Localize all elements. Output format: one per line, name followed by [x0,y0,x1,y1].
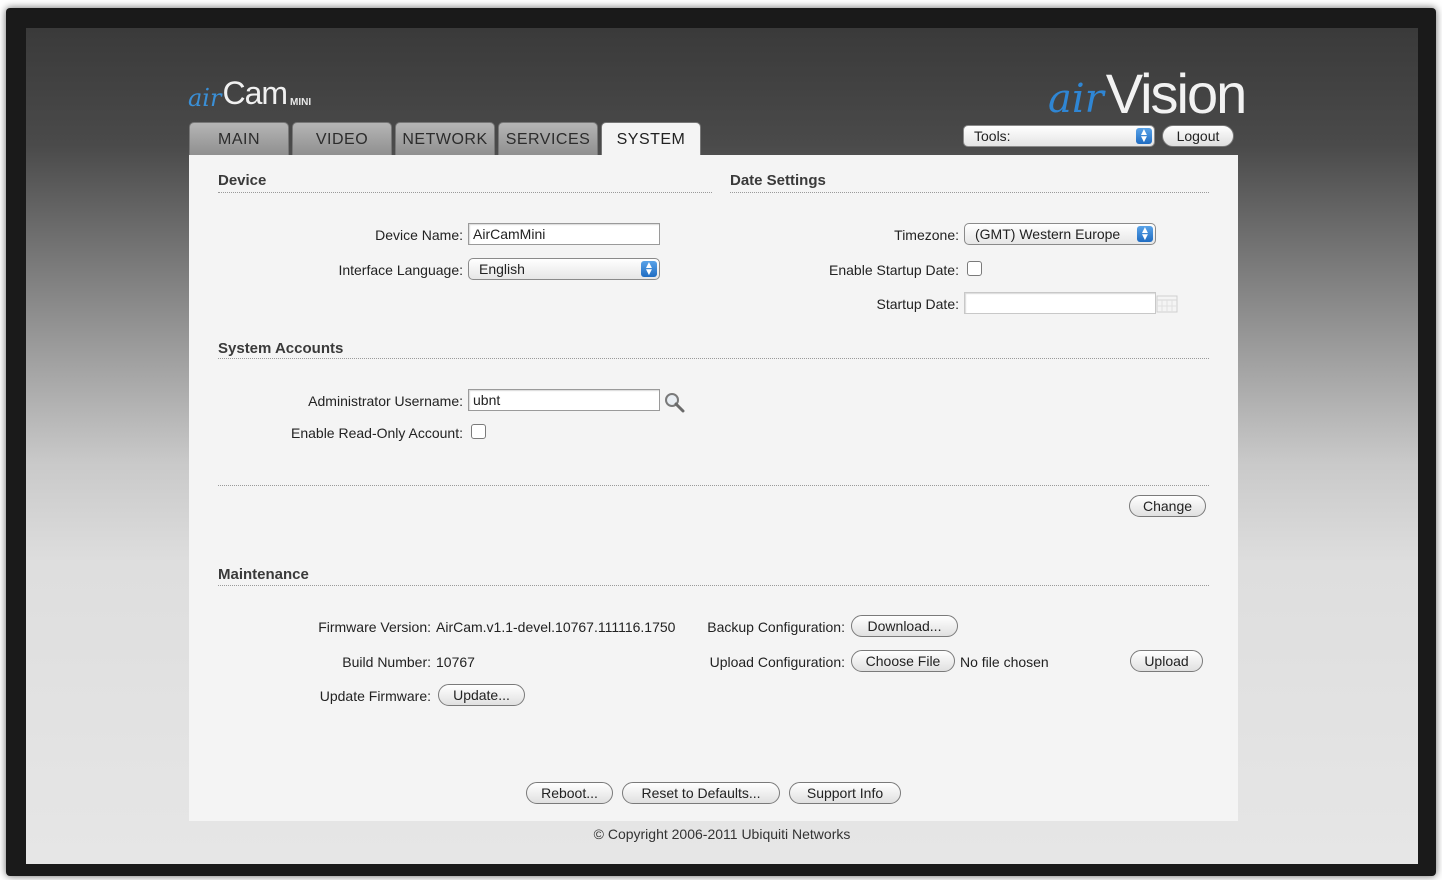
aircam-mini-logo: air Cam MINI [188,75,312,112]
backup-configuration-label: Backup Configuration: [707,619,845,635]
logo-vision-text: Vision [1105,62,1248,125]
startup-date-input[interactable] [964,292,1156,314]
firmware-version-label: Firmware Version: [318,619,431,635]
search-icon[interactable] [663,391,687,418]
tools-label: Tools: [974,128,1011,144]
divider [730,192,1209,193]
update-firmware-button[interactable]: Update... [438,684,525,706]
divider [218,192,712,193]
tab-main[interactable]: MAIN [189,122,289,156]
section-title-system-accounts: System Accounts [218,340,344,357]
interface-language-select[interactable]: English ▲ ▼ [468,258,660,280]
interface-language-value: English [479,261,525,277]
upload-configuration-label: Upload Configuration: [709,654,845,670]
select-arrows-icon: ▲ ▼ [1137,226,1153,243]
app-screen: air Cam MINI air Vision MAIN VIDEO NETWO… [26,28,1418,864]
choose-file-button[interactable]: Choose File [851,650,955,672]
airvision-logo: air Vision [1048,58,1248,125]
firmware-version-value: AirCam.v1.1-devel.10767.111116.1750 [436,619,676,635]
no-file-chosen-text: No file chosen [960,654,1049,670]
copyright-footer: © Copyright 2006-2011 Ubiquiti Networks [593,826,851,842]
logo-air-text: air [188,84,222,112]
interface-language-label: Interface Language: [338,262,463,278]
divider [218,585,1209,586]
calendar-icon[interactable] [1156,295,1178,318]
admin-username-input[interactable]: ubnt [468,389,660,411]
build-number-label: Build Number: [342,654,431,670]
upload-button[interactable]: Upload [1130,650,1203,672]
select-arrows-icon: ▲ ▼ [641,261,657,278]
build-number-value: 10767 [436,654,475,670]
select-arrows-icon: ▲ ▼ [1136,128,1152,145]
admin-username-label: Administrator Username: [308,393,463,409]
readonly-account-checkbox[interactable] [471,424,486,439]
change-button[interactable]: Change [1129,495,1206,517]
timezone-select[interactable]: (GMT) Western Europe ▲ ▼ [964,223,1156,245]
system-settings-panel: Device Device Name: AirCamMini Interface… [189,155,1238,821]
divider [218,485,1209,486]
enable-startup-date-checkbox[interactable] [967,261,982,276]
tools-select[interactable]: Tools: ▲ ▼ [963,125,1155,147]
logo-air-text: air [1048,76,1104,122]
section-title-device: Device [218,172,267,189]
timezone-label: Timezone: [894,227,959,243]
section-title-maintenance: Maintenance [218,566,309,583]
main-tabs: MAIN VIDEO NETWORK SERVICES SYSTEM [189,122,701,157]
logout-button[interactable]: Logout [1162,125,1234,147]
reset-to-defaults-button[interactable]: Reset to Defaults... [622,782,780,804]
startup-date-label: Startup Date: [876,296,960,312]
update-firmware-label: Update Firmware: [319,688,431,704]
device-name-input[interactable]: AirCamMini [468,223,660,245]
tab-services[interactable]: SERVICES [498,122,598,156]
tab-system[interactable]: SYSTEM [601,122,701,157]
divider [218,358,1209,359]
reboot-button[interactable]: Reboot... [526,782,613,804]
section-title-date-settings: Date Settings [730,172,826,189]
device-name-label: Device Name: [375,227,463,243]
support-info-button[interactable]: Support Info [789,782,901,804]
logo-mini-text: MINI [290,97,312,108]
download-button[interactable]: Download... [851,615,958,637]
timezone-value: (GMT) Western Europe [975,226,1121,242]
tab-video[interactable]: VIDEO [292,122,392,156]
logo-cam-text: Cam [222,75,288,111]
enable-startup-date-label: Enable Startup Date: [829,262,959,278]
tab-network[interactable]: NETWORK [395,122,495,156]
readonly-account-label: Enable Read-Only Account: [291,425,463,441]
